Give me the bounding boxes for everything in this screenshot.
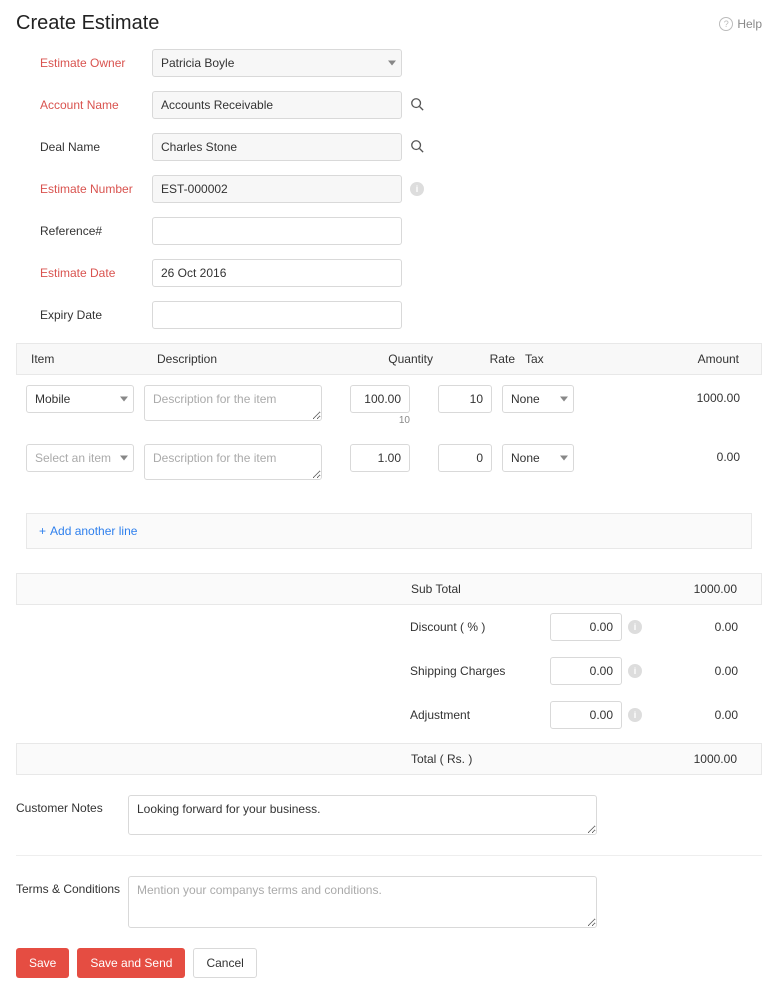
reference-input[interactable] <box>152 217 402 245</box>
total-value: 1000.00 <box>551 752 749 766</box>
total-row: Total ( Rs. ) 1000.00 <box>16 743 762 775</box>
item-quantity-input[interactable] <box>350 444 410 472</box>
search-icon[interactable] <box>410 97 424 114</box>
col-desc: Description <box>157 352 345 366</box>
help-link[interactable]: ? Help <box>719 17 762 31</box>
customer-notes-label: Customer Notes <box>16 795 128 835</box>
item-rate-input[interactable] <box>438 385 492 413</box>
col-rate: Rate <box>433 352 515 366</box>
subtotal-row: Sub Total 1000.00 <box>16 573 762 605</box>
cancel-button[interactable]: Cancel <box>193 948 256 978</box>
terms-label: Terms & Conditions <box>16 876 128 928</box>
search-icon[interactable] <box>410 139 424 156</box>
page-title: Create Estimate <box>16 12 159 35</box>
add-line-bar: + Add another line <box>26 513 752 549</box>
item-description-input[interactable] <box>144 385 322 421</box>
chevron-down-icon <box>560 456 568 461</box>
adjustment-value: 0.00 <box>642 708 750 722</box>
info-icon[interactable]: i <box>628 708 642 722</box>
expiry-date-input[interactable] <box>152 301 402 329</box>
info-icon[interactable]: i <box>628 620 642 634</box>
col-tax: Tax <box>515 352 597 366</box>
account-name-input[interactable] <box>152 91 402 119</box>
item-amount: 1000.00 <box>574 385 752 405</box>
estimate-owner-label: Estimate Owner <box>40 56 152 70</box>
help-icon: ? <box>719 17 733 31</box>
save-and-send-button[interactable]: Save and Send <box>77 948 185 978</box>
item-amount: 0.00 <box>574 444 752 464</box>
adjustment-row: Adjustment i 0.00 <box>16 693 762 737</box>
reference-label: Reference# <box>40 224 152 238</box>
terms-input[interactable] <box>128 876 597 928</box>
estimate-number-label: Estimate Number <box>40 182 152 196</box>
subtotal-value: 1000.00 <box>551 582 749 596</box>
item-row: Mobile 10 None 1000.00 <box>26 385 752 426</box>
shipping-row: Shipping Charges i 0.00 <box>16 649 762 693</box>
item-rate-input[interactable] <box>438 444 492 472</box>
chevron-down-icon <box>120 397 128 402</box>
shipping-value: 0.00 <box>642 664 750 678</box>
shipping-input[interactable] <box>550 657 622 685</box>
subtotal-label: Sub Total <box>411 582 551 596</box>
expiry-date-label: Expiry Date <box>40 308 152 322</box>
help-label: Help <box>737 17 762 31</box>
deal-name-label: Deal Name <box>40 140 152 154</box>
col-item: Item <box>27 352 157 366</box>
add-line-link[interactable]: + Add another line <box>39 524 137 538</box>
chevron-down-icon <box>388 61 396 66</box>
items-header: Item Description Quantity Rate Tax Amoun… <box>16 343 762 375</box>
chevron-down-icon <box>560 397 568 402</box>
total-label: Total ( Rs. ) <box>411 752 551 766</box>
add-line-label: Add another line <box>50 524 137 538</box>
deal-name-input[interactable] <box>152 133 402 161</box>
item-quantity-sub: 10 <box>350 415 410 426</box>
estimate-owner-select[interactable]: Patricia Boyle <box>152 49 402 77</box>
estimate-number-input[interactable] <box>152 175 402 203</box>
info-icon[interactable]: i <box>410 182 424 196</box>
item-quantity-input[interactable] <box>350 385 410 413</box>
item-description-input[interactable] <box>144 444 322 480</box>
chevron-down-icon <box>120 456 128 461</box>
account-name-label: Account Name <box>40 98 152 112</box>
discount-input[interactable] <box>550 613 622 641</box>
estimate-date-label: Estimate Date <box>40 266 152 280</box>
plus-icon: + <box>39 524 46 538</box>
item-select[interactable]: Select an item <box>26 444 134 472</box>
adjustment-label: Adjustment <box>410 708 550 722</box>
discount-value: 0.00 <box>642 620 750 634</box>
save-button[interactable]: Save <box>16 948 69 978</box>
shipping-label: Shipping Charges <box>410 664 550 678</box>
discount-row: Discount ( % ) i 0.00 <box>16 605 762 649</box>
col-qty: Quantity <box>345 352 433 366</box>
discount-label: Discount ( % ) <box>410 620 550 634</box>
divider <box>16 855 762 856</box>
customer-notes-input[interactable] <box>128 795 597 835</box>
item-row: Select an item None 0.00 <box>26 444 752 483</box>
estimate-date-input[interactable] <box>152 259 402 287</box>
info-icon[interactable]: i <box>628 664 642 678</box>
item-select[interactable]: Mobile <box>26 385 134 413</box>
adjustment-input[interactable] <box>550 701 622 729</box>
col-amount: Amount <box>597 352 751 366</box>
